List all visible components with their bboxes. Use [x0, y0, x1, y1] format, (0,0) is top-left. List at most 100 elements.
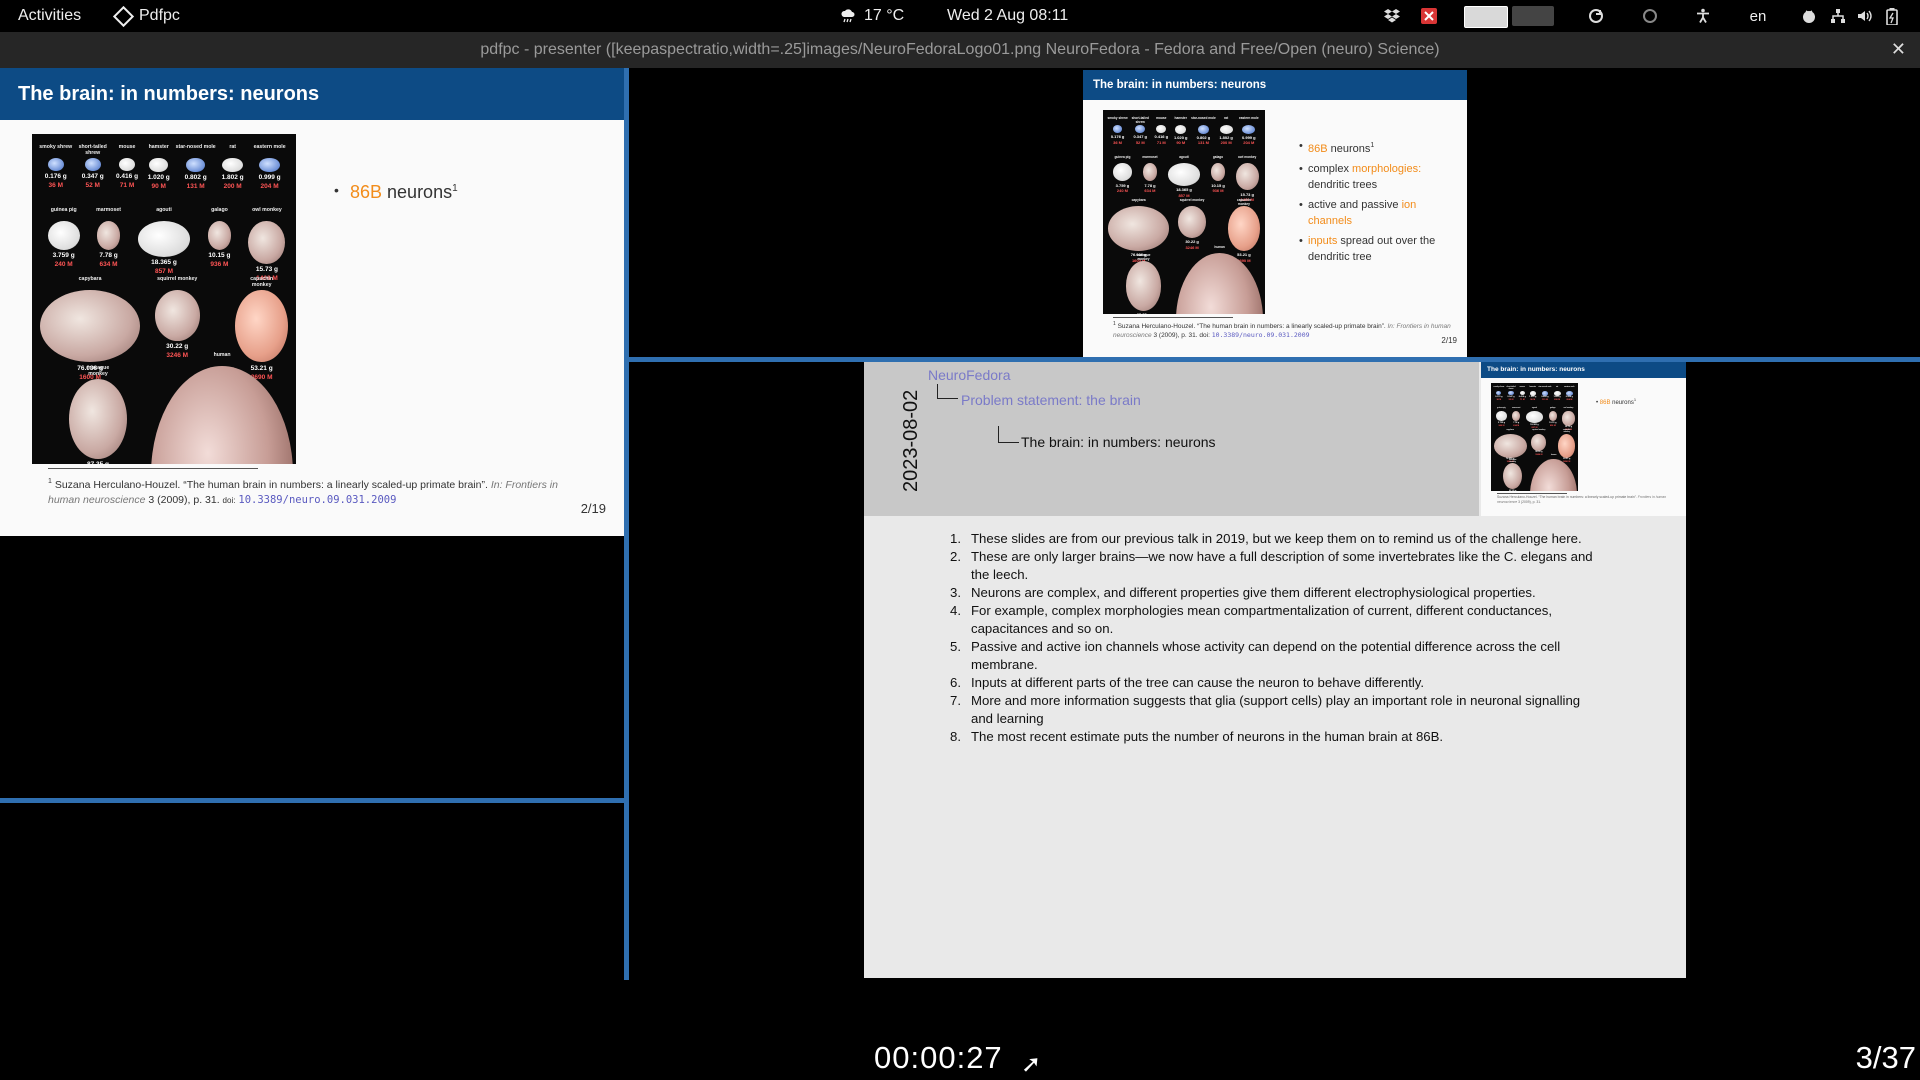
- notes-panel[interactable]: The brain: in numbers: neurons smoky shr…: [864, 362, 1686, 978]
- circle-icon[interactable]: [1640, 6, 1660, 26]
- brain-image: [137, 220, 191, 257]
- neuron-count: 204 M: [1566, 399, 1573, 402]
- brain-image: [1178, 206, 1206, 238]
- brain-image: [1553, 390, 1561, 396]
- animal-name: capuchin monkey: [1236, 197, 1251, 206]
- next-slide-preview[interactable]: The brain: in numbers: neurons smoky shr…: [1083, 70, 1467, 357]
- battery-icon[interactable]: [1882, 6, 1902, 26]
- pdfpc-icon: [112, 5, 135, 27]
- animal-name: squirrel monkey: [157, 275, 198, 282]
- animal-name: hamster: [148, 143, 169, 150]
- notes-item: 5. Passive and active ion channels whose …: [950, 639, 1561, 672]
- brain-mass: 18.365 g: [151, 258, 177, 266]
- page-number: 2/19: [580, 501, 606, 516]
- brain-image: [186, 157, 205, 173]
- animal-name: owl monkey: [252, 206, 282, 213]
- brain-image: [1541, 390, 1548, 396]
- close-icon[interactable]: ✕: [1891, 39, 1906, 60]
- thumbnail-footnote-rule: [1497, 493, 1567, 494]
- network-icon[interactable]: [1828, 6, 1848, 26]
- brain-image: [1210, 163, 1226, 182]
- animal-name: eastern mole: [1564, 386, 1575, 389]
- flameshot-icon[interactable]: [1419, 6, 1439, 26]
- app-name: Pdfpc: [139, 7, 180, 24]
- animal-name: capybara: [78, 275, 102, 282]
- pane-divider-left[interactable]: [0, 798, 624, 803]
- animal-name: macaque monkey: [86, 365, 110, 377]
- animal-name: macaque monkey: [1509, 458, 1517, 463]
- neuron-count: 857 M: [154, 267, 174, 275]
- pane-divider-vertical[interactable]: [624, 68, 629, 980]
- brain-image: [1496, 390, 1502, 396]
- notes-date: 2023-08-02: [900, 389, 922, 492]
- neuron-count: 936 M: [1549, 424, 1556, 427]
- temperature: 17 °C: [864, 7, 905, 24]
- animal-name: star-nosed mole: [175, 143, 216, 150]
- next-footnote-rule: [1113, 317, 1233, 318]
- brain-image: [222, 157, 244, 173]
- neuron-count: 240 M: [1498, 424, 1505, 427]
- bullet-neurons: • 86B neurons1: [334, 182, 458, 202]
- presentation-timer[interactable]: 00:00:27: [874, 1040, 1003, 1076]
- sync-icon[interactable]: [1586, 6, 1606, 26]
- dropbox-icon[interactable]: [1382, 6, 1402, 26]
- next-bullet-4: • inputs spread out over the dendritic t…: [1299, 234, 1436, 263]
- brain-image: [1562, 411, 1575, 426]
- animal-name: macaque monkey: [1136, 252, 1151, 261]
- animal-name: smoky shrew: [39, 143, 73, 150]
- neuron-count: 936 M: [210, 260, 229, 268]
- brain-image: [1107, 206, 1170, 252]
- animal-name: galago: [1212, 154, 1224, 159]
- accessibility-icon[interactable]: [1693, 6, 1713, 26]
- brain-image: [248, 220, 286, 265]
- breadcrumb-connector-1: [937, 384, 958, 399]
- app-menu[interactable]: Pdfpc: [112, 5, 180, 27]
- brain-image: [1548, 411, 1557, 421]
- animal-name: eastern mole: [1238, 116, 1259, 121]
- language-indicator[interactable]: en: [1745, 6, 1771, 26]
- brain-image: [1156, 124, 1167, 133]
- animal-name: guinea pig: [1497, 406, 1506, 409]
- top-bar: Activities Pdfpc 17 °C Wed 2 Aug 08:11 e…: [0, 0, 1920, 32]
- slide-thumbnail[interactable]: The brain: in numbers: neurons smoky shr…: [1481, 362, 1686, 516]
- current-slide[interactable]: The brain: in numbers: neurons smoky shr…: [0, 68, 624, 536]
- neuron-count: 634 M: [99, 260, 118, 268]
- brain-image: [1219, 124, 1233, 134]
- notes-item: 3. Neurons are complex, and different pro…: [950, 585, 1536, 600]
- brain-mass: 15.73 g: [1240, 191, 1254, 197]
- neuron-count: 3246 M: [166, 351, 189, 359]
- weather-indicator[interactable]: 17 °C: [840, 7, 904, 25]
- animal-name: human: [1550, 454, 1557, 457]
- brain-image: [1112, 163, 1133, 182]
- activities-button[interactable]: Activities: [18, 7, 81, 25]
- neuron-count: 204 M: [260, 183, 279, 191]
- notes-item: 1. These slides are from our previous tal…: [950, 531, 1582, 546]
- clock[interactable]: Wed 2 Aug 08:11: [947, 7, 1068, 25]
- brain-mass: 3.759 g: [1497, 421, 1506, 424]
- workspace-1[interactable]: [1464, 6, 1508, 28]
- brain-mass: 18.365 g: [1176, 187, 1192, 193]
- volume-icon[interactable]: [1855, 6, 1875, 26]
- brain-image: [47, 157, 64, 171]
- brain-image: [154, 289, 200, 341]
- workspace-2[interactable]: [1512, 6, 1554, 26]
- pencil-icon[interactable]: ➚: [1021, 1050, 1041, 1079]
- animal-name: capuchin monkey: [250, 275, 274, 288]
- brain-image: [119, 157, 135, 171]
- brain-mass: 3.759 g: [1115, 182, 1130, 188]
- breadcrumb-section: Problem statement: the brain: [961, 392, 1141, 408]
- animal-name: human: [213, 351, 231, 358]
- animal-name: capybara: [1131, 197, 1146, 202]
- brain-mass: 10.15 g: [1549, 421, 1557, 424]
- animal-name: squirrel monkey: [1532, 429, 1546, 432]
- pomodoro-icon[interactable]: [1799, 6, 1819, 26]
- brain-comparison-figure: smoky shrew 0.176 g 36 Mshort-tailed shrew…: [32, 134, 296, 464]
- footnote: 1 Suzana Herculano-Houzel. “The human br…: [48, 478, 558, 506]
- animal-name: agouti: [1531, 406, 1538, 409]
- slide-counter: 3/37: [1855, 1040, 1916, 1075]
- brain-image: [1125, 261, 1162, 311]
- brain-image: [1493, 434, 1527, 458]
- brain-mass: 0.999 g: [258, 174, 281, 182]
- brain-image: [47, 220, 80, 250]
- brain-mass: 10.15 g: [208, 251, 231, 259]
